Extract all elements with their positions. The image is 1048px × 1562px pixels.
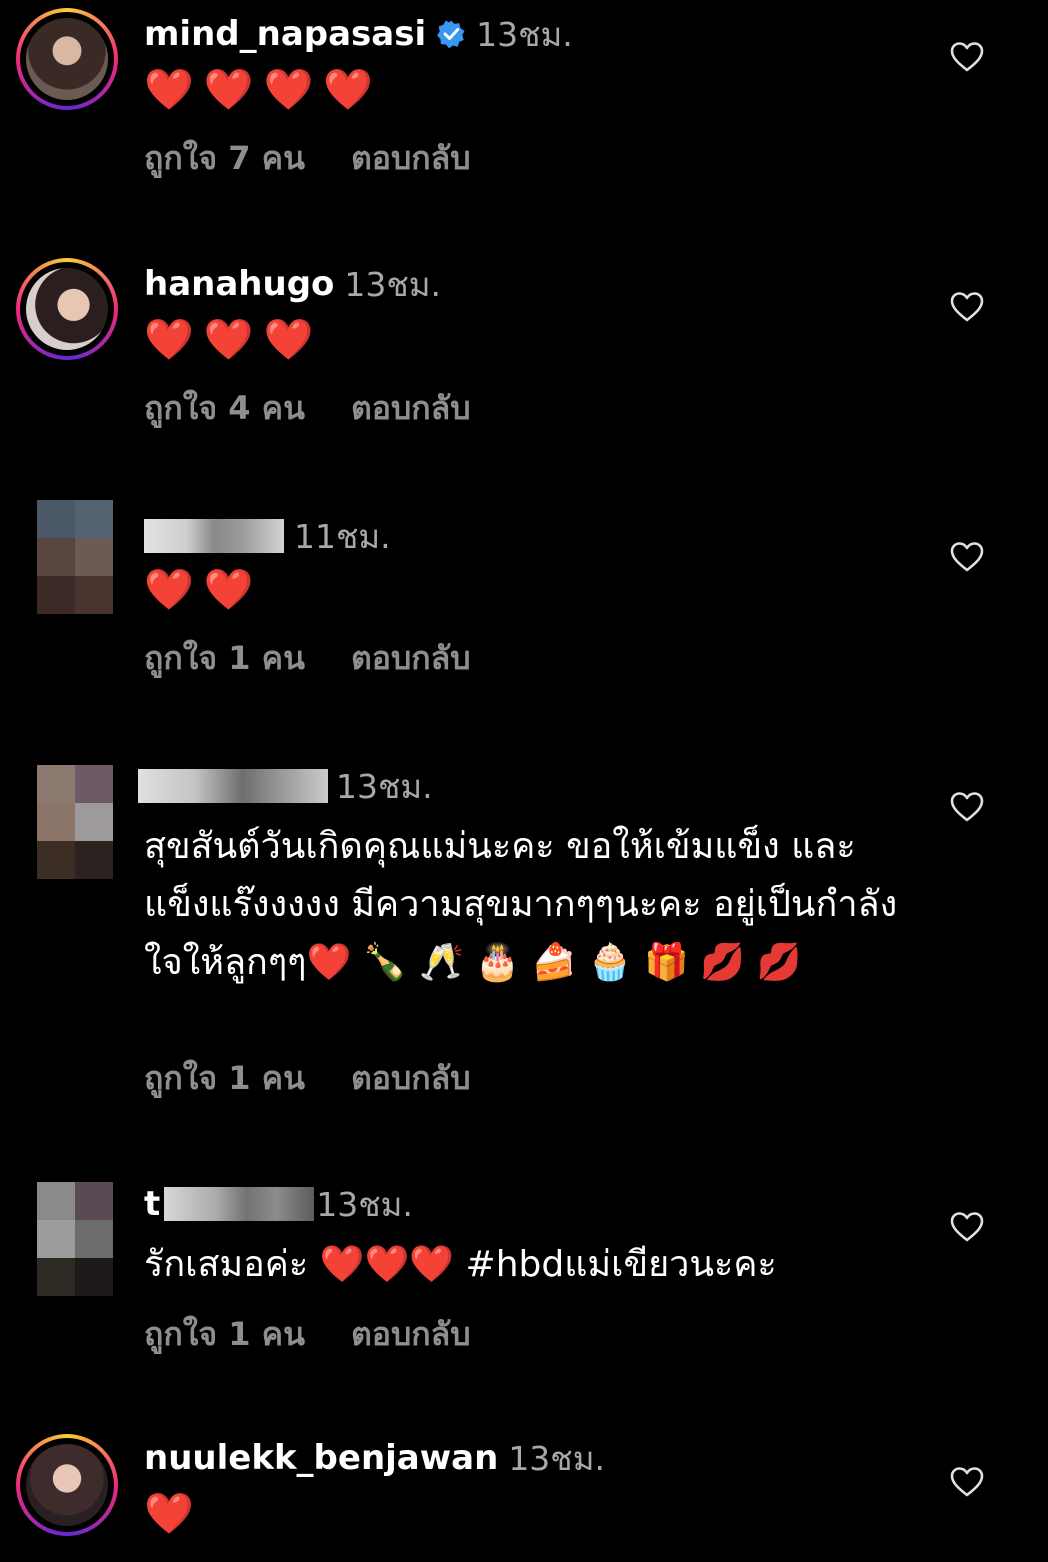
- avatar-story-ring[interactable]: [16, 1434, 118, 1536]
- comment-time: 13ชม.: [336, 766, 433, 806]
- heart-outline-icon[interactable]: [950, 791, 984, 823]
- likes-count[interactable]: ถูกใจ 1 คน: [144, 1053, 305, 1104]
- likes-count[interactable]: ถูกใจ 1 คน: [144, 633, 305, 684]
- comment-text: ❤️❤️: [144, 567, 264, 613]
- avatar: [26, 1444, 108, 1526]
- reply-button[interactable]: ตอบกลับ: [351, 383, 471, 434]
- heart-outline-icon[interactable]: [950, 291, 984, 323]
- reply-button[interactable]: ตอบกลับ: [351, 1053, 471, 1104]
- comment-time: 13ชม.: [476, 14, 573, 54]
- pixelated-avatar[interactable]: [37, 500, 113, 614]
- comment-time: 13ชม.: [344, 264, 442, 304]
- reply-button[interactable]: ตอบกลับ: [351, 133, 471, 184]
- likes-count[interactable]: ถูกใจ 1 คน: [144, 1309, 305, 1360]
- comment-username[interactable]: t: [144, 1184, 160, 1224]
- comment-username[interactable]: mind_napasasi: [144, 14, 426, 54]
- comment-time: 13ชม.: [316, 1184, 413, 1224]
- heart-outline-icon[interactable]: [950, 1211, 984, 1243]
- comment-text: ❤️❤️❤️❤️: [144, 67, 384, 113]
- likes-count[interactable]: ถูกใจ 7 คน: [144, 133, 305, 184]
- comment-time: 13ชม.: [508, 1438, 605, 1478]
- avatar-story-ring[interactable]: [16, 8, 118, 110]
- redacted-username: [144, 519, 284, 553]
- pixelated-avatar[interactable]: [37, 765, 113, 879]
- reply-button[interactable]: ตอบกลับ: [351, 1309, 471, 1360]
- heart-outline-icon[interactable]: [950, 1466, 984, 1498]
- comment-username[interactable]: nuulekk_benjawan: [144, 1438, 498, 1478]
- comment-text: ❤️: [144, 1491, 204, 1537]
- avatar-story-ring[interactable]: [16, 258, 118, 360]
- reply-button[interactable]: ตอบกลับ: [351, 633, 471, 684]
- heart-outline-icon[interactable]: [950, 541, 984, 573]
- verified-badge-icon: [437, 20, 465, 49]
- comment-text: สุขสันต์วันเกิดคุณแม่นะคะ ขอให้เข้มแข็ง …: [144, 826, 898, 983]
- comment-username[interactable]: hanahugo: [144, 264, 334, 304]
- redacted-username: [138, 769, 328, 803]
- avatar: [26, 268, 108, 350]
- likes-count[interactable]: ถูกใจ 4 คน: [144, 383, 305, 434]
- redacted-username: [164, 1187, 315, 1221]
- avatar: [26, 18, 108, 100]
- comment-text: รักเสมอค่ะ ❤️❤️❤️ #hbdแม่เขียวนะคะ: [144, 1244, 777, 1285]
- comment-text: ❤️❤️❤️: [144, 317, 324, 363]
- pixelated-avatar[interactable]: [37, 1182, 113, 1296]
- heart-outline-icon[interactable]: [950, 41, 984, 73]
- comment-time: 11ชม.: [294, 516, 391, 556]
